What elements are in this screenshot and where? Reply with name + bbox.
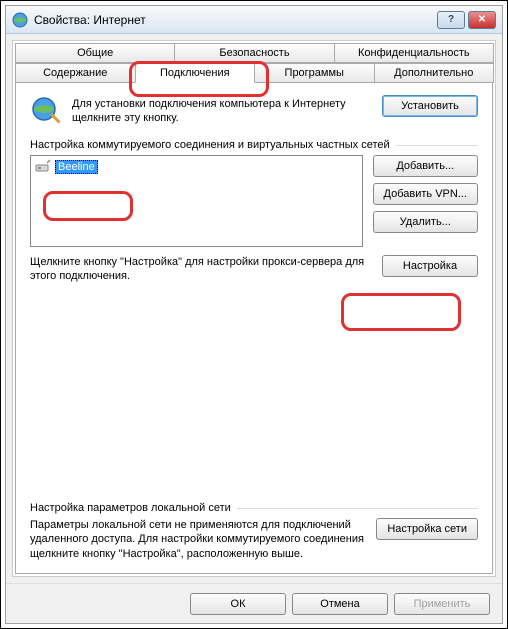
connections-listbox[interactable]: Beeline [30, 155, 363, 247]
close-button[interactable]: ✕ [468, 11, 496, 29]
proxy-hint-text: Щелкните кнопку "Настройка" для настройк… [30, 255, 372, 284]
connection-settings-button[interactable]: Настройка [382, 255, 478, 277]
window-title: Свойства: Интернет [34, 13, 437, 27]
tab-security[interactable]: Безопасность [174, 43, 334, 63]
internet-icon [12, 12, 28, 28]
connection-name: Beeline [55, 160, 98, 174]
tab-programs[interactable]: Программы [254, 63, 375, 83]
dialog-body: Общие Безопасность Конфиденциальность Со… [12, 40, 496, 577]
lan-hint-text: Параметры локальной сети не применяются … [30, 518, 366, 561]
tab-strip: Общие Безопасность Конфиденциальность Со… [15, 43, 493, 83]
titlebar: Свойства: Интернет ? ✕ [6, 6, 502, 34]
setup-text: Для установки подключения компьютера к И… [72, 95, 372, 126]
add-vpn-button[interactable]: Добавить VPN... [373, 183, 478, 205]
lan-section-label: Настройка параметров локальной сети [30, 502, 478, 514]
dialog-footer: ОК Отмена Применить [6, 583, 502, 623]
tab-content[interactable]: Содержание [15, 63, 136, 83]
tab-panel-connections: Для установки подключения компьютера к И… [15, 82, 493, 574]
cancel-button[interactable]: Отмена [292, 593, 388, 615]
setup-button[interactable]: Установить [382, 95, 478, 117]
modem-icon [35, 159, 51, 175]
globe-wand-icon [30, 95, 62, 127]
tab-advanced[interactable]: Дополнительно [374, 63, 495, 83]
tab-general[interactable]: Общие [15, 43, 175, 63]
tab-privacy[interactable]: Конфиденциальность [334, 43, 494, 63]
tab-connections[interactable]: Подключения [135, 63, 256, 83]
dial-section-label: Настройка коммутируемого соединения и ви… [30, 139, 478, 151]
add-button[interactable]: Добавить... [373, 155, 478, 177]
internet-properties-window: Свойства: Интернет ? ✕ Общие Безопасност… [5, 5, 503, 624]
ok-button[interactable]: ОК [190, 593, 286, 615]
help-button[interactable]: ? [437, 11, 465, 29]
lan-settings-button[interactable]: Настройка сети [376, 518, 478, 540]
remove-button[interactable]: Удалить... [373, 211, 478, 233]
list-item[interactable]: Beeline [33, 158, 360, 176]
apply-button[interactable]: Применить [394, 593, 490, 615]
